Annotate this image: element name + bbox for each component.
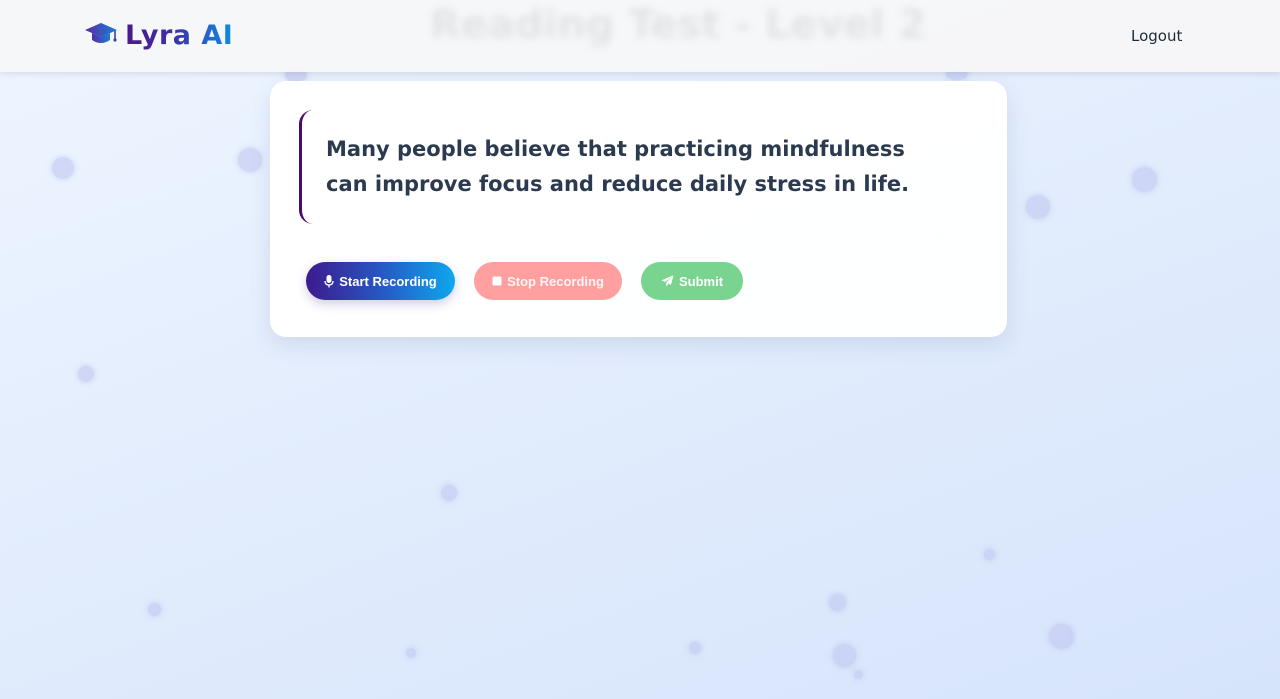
start-recording-label: Start Recording bbox=[339, 273, 437, 289]
graduation-cap-icon bbox=[84, 21, 118, 51]
passage-text: Many people believe that practicing mind… bbox=[326, 137, 910, 196]
reading-card: Many people believe that practicing mind… bbox=[270, 81, 1007, 337]
stop-square-icon bbox=[492, 276, 502, 286]
top-navbar: Reading Test - Level 2 Lyra AI Logout bbox=[0, 0, 1280, 72]
page-title-faded: Reading Test - Level 2 bbox=[430, 2, 927, 48]
paper-plane-icon bbox=[661, 275, 674, 287]
stop-recording-button[interactable]: Stop Recording bbox=[474, 262, 622, 300]
stop-recording-label: Stop Recording bbox=[507, 273, 604, 289]
recording-controls: Start Recording Stop Recording Submit bbox=[306, 262, 743, 300]
microphone-icon bbox=[324, 274, 334, 288]
submit-button[interactable]: Submit bbox=[641, 262, 743, 300]
reading-passage: Many people believe that practicing mind… bbox=[299, 110, 919, 224]
logout-link[interactable]: Logout bbox=[1131, 27, 1182, 45]
submit-label: Submit bbox=[678, 273, 724, 289]
start-recording-button[interactable]: Start Recording bbox=[306, 262, 455, 300]
brand-name: Lyra AI bbox=[125, 18, 233, 54]
brand-logo[interactable]: Lyra AI bbox=[84, 18, 233, 54]
